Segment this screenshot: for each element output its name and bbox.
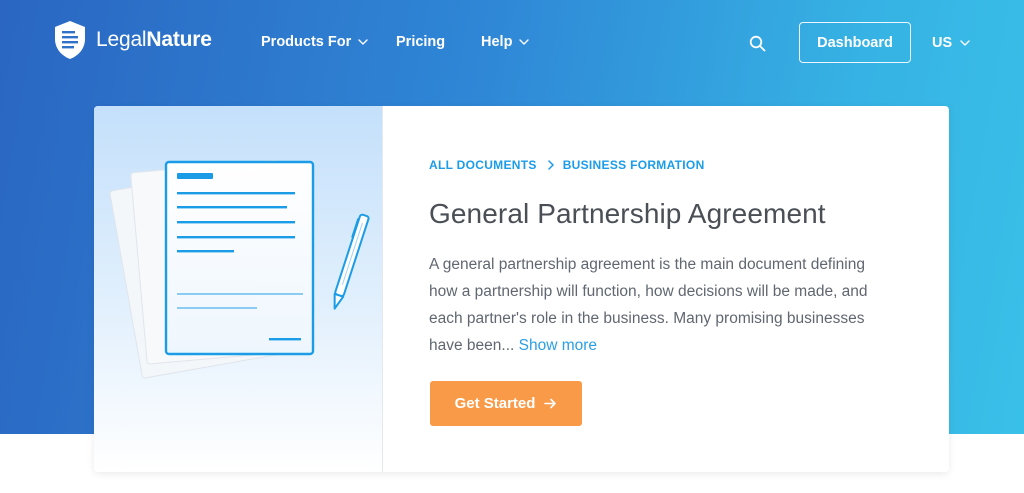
document-card: ALL DOCUMENTS BUSINESS FORMATION General… <box>94 106 949 472</box>
chevron-down-icon <box>960 40 970 46</box>
breadcrumb: ALL DOCUMENTS BUSINESS FORMATION <box>429 158 705 172</box>
logo[interactable]: LegalNature <box>53 20 212 60</box>
get-started-button[interactable]: Get Started <box>430 381 582 426</box>
logo-text-bold: Nature <box>146 28 212 51</box>
nav-pricing-label: Pricing <box>396 34 446 50</box>
search-button[interactable] <box>749 35 766 52</box>
document-description-text: A general partnership agreement is the m… <box>429 256 868 354</box>
nav-products-for[interactable]: Products For <box>261 34 368 50</box>
document-title: General Partnership Agreement <box>429 198 826 229</box>
logo-text-light: Legal <box>96 28 147 51</box>
nav-help-label: Help <box>481 34 513 50</box>
chevron-down-icon <box>519 39 530 45</box>
get-started-label: Get Started <box>454 395 536 412</box>
chevron-right-icon <box>547 160 554 170</box>
dashboard-button[interactable]: Dashboard <box>799 22 911 63</box>
breadcrumb-business-formation[interactable]: BUSINESS FORMATION <box>563 158 705 172</box>
search-icon <box>749 35 766 52</box>
show-more-link[interactable]: Show more <box>519 337 597 354</box>
nav-help[interactable]: Help <box>481 34 530 50</box>
locale-label: US <box>932 35 953 51</box>
document-illustration-panel <box>94 106 383 472</box>
logo-wordmark: LegalNature <box>96 28 212 52</box>
nav-products-for-label: Products For <box>261 34 352 50</box>
logo-shield-icon <box>55 21 85 59</box>
nav-pricing[interactable]: Pricing <box>396 34 445 50</box>
document-description: A general partnership agreement is the m… <box>429 251 894 359</box>
arrow-right-icon <box>544 398 557 409</box>
locale-selector[interactable]: US <box>932 35 970 51</box>
breadcrumb-all-documents[interactable]: ALL DOCUMENTS <box>429 158 537 172</box>
document-and-pen-illustration <box>109 159 370 379</box>
chevron-down-icon <box>358 39 368 45</box>
